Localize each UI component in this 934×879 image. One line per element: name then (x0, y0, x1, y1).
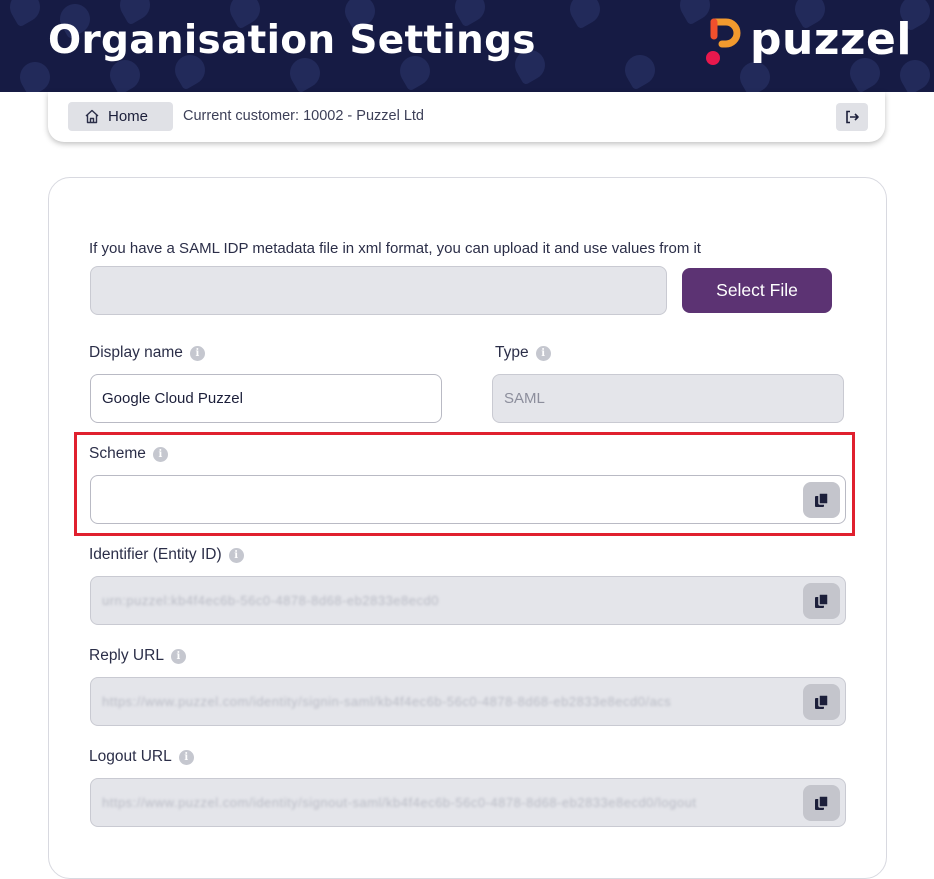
identifier-value: urn:puzzel:kb4f4ec6b-56c0-4878-8d68-eb28… (102, 593, 439, 608)
type-label: Type i (495, 344, 551, 362)
copy-identifier-button[interactable] (803, 583, 840, 619)
home-icon (84, 109, 100, 124)
copy-icon (814, 694, 829, 709)
display-name-field[interactable]: Google Cloud Puzzel (90, 374, 442, 423)
copy-reply-url-button[interactable] (803, 684, 840, 720)
info-icon[interactable]: i (178, 749, 194, 765)
info-icon[interactable]: i (170, 648, 186, 664)
upload-hint: If you have a SAML IDP metadata file in … (89, 240, 701, 257)
type-label-text: Type (495, 344, 529, 361)
copy-icon (814, 593, 829, 608)
home-label: Home (108, 108, 149, 125)
page-title: Organisation Settings (48, 18, 536, 63)
info-icon[interactable]: i (535, 345, 551, 361)
puzzel-logo-icon (706, 18, 741, 65)
copy-icon (814, 795, 829, 810)
puzzel-logo: puzzel (704, 14, 912, 70)
display-name-label-text: Display name (89, 344, 183, 361)
identifier-label: Identifier (Entity ID) i (89, 546, 244, 564)
scheme-label-text: Scheme (89, 445, 146, 462)
home-button[interactable]: Home (68, 102, 173, 131)
metadata-file-input[interactable] (90, 266, 667, 315)
breadcrumb: Home Current customer: 10002 - Puzzel Lt… (48, 92, 885, 142)
copy-icon (814, 492, 829, 507)
page-header: Organisation Settings puzzel (0, 0, 934, 92)
type-field: SAML (492, 374, 844, 423)
reply-url-label-text: Reply URL (89, 647, 164, 664)
logout-url-field: https://www.puzzel.com/identity/signout-… (90, 778, 846, 827)
identifier-label-text: Identifier (Entity ID) (89, 546, 222, 563)
logout-url-label: Logout URL i (89, 748, 194, 766)
logout-url-value: https://www.puzzel.com/identity/signout-… (102, 795, 697, 810)
select-file-button[interactable]: Select File (682, 268, 832, 313)
logout-url-label-text: Logout URL (89, 748, 172, 765)
identifier-field: urn:puzzel:kb4f4ec6b-56c0-4878-8d68-eb28… (90, 576, 846, 625)
reply-url-value: https://www.puzzel.com/identity/signin-s… (102, 694, 672, 709)
scheme-label: Scheme i (89, 445, 168, 463)
scheme-field[interactable] (90, 475, 846, 524)
info-icon[interactable]: i (228, 547, 244, 563)
info-icon[interactable]: i (189, 345, 205, 361)
brand-name: puzzel (750, 13, 912, 65)
current-customer: Current customer: 10002 - Puzzel Ltd (183, 108, 424, 124)
type-value: SAML (504, 390, 545, 407)
logout-button[interactable] (836, 103, 868, 131)
info-icon[interactable]: i (152, 446, 168, 462)
reply-url-label: Reply URL i (89, 647, 186, 665)
reply-url-field: https://www.puzzel.com/identity/signin-s… (90, 677, 846, 726)
copy-scheme-button[interactable] (803, 482, 840, 518)
display-name-label: Display name i (89, 344, 205, 362)
logout-icon (846, 110, 859, 124)
display-name-value: Google Cloud Puzzel (102, 390, 243, 407)
copy-logout-url-button[interactable] (803, 785, 840, 821)
